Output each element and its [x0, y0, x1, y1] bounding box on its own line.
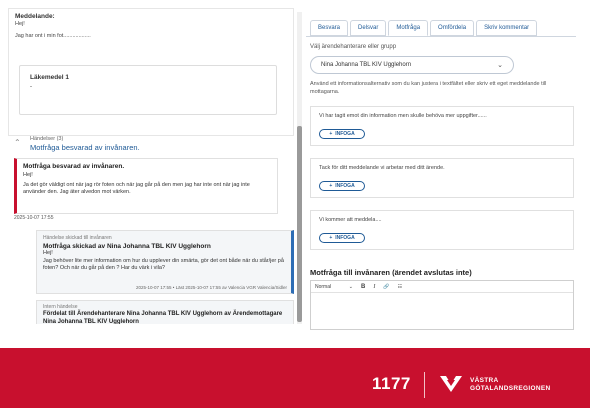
reply-pane: Besvara Delsvar Motfråga Omfördela Skriv…: [306, 8, 580, 330]
message-greeting: Hej!: [15, 21, 25, 27]
events-count: Händelser (3): [30, 136, 64, 142]
chevron-up-icon[interactable]: ⌃: [14, 138, 21, 147]
insert-button-label: INFOGA: [335, 183, 355, 189]
list-icon[interactable]: ☷: [398, 284, 402, 290]
event-title: Fördelat till Ärendehanterare Nina Johan…: [43, 311, 283, 324]
case-history-pane: Meddelande: Hej! Jag har ont i min fot..…: [8, 8, 298, 324]
plus-icon: +: [329, 235, 333, 241]
hint-text: Använd ett informationsalternativ som du…: [310, 81, 547, 95]
region-line-1: VÄSTRA: [470, 377, 499, 384]
event-title: Motfråga skickad av Nina Johanna TBL KIV…: [43, 243, 211, 250]
reply-title: Motfråga till invånaren (ärendet avsluta…: [310, 268, 472, 277]
format-select-value: Normal: [315, 283, 332, 290]
editor-toolbar: Normal ⌄ B I 🔗 ☷: [311, 281, 573, 293]
italic-button[interactable]: I: [373, 284, 375, 290]
event-type-label: Händelse skickad till invånaren: [43, 235, 112, 241]
group-select[interactable]: Nina Johanna TBL KIV Ugglehorn ⌄: [310, 56, 514, 74]
event-text: Ja det gör väldigt ont när jag rör foten…: [23, 181, 250, 196]
scrollbar-thumb[interactable]: [297, 126, 302, 322]
event-read-info: 2025-10-07 17:55 • Läst 2025-10-07 17:55…: [135, 285, 287, 290]
vgr-logo-icon: [440, 376, 462, 392]
format-select[interactable]: Normal ⌄: [315, 284, 353, 290]
group-select-value: Nina Johanna TBL KIV Ugglehorn: [321, 62, 412, 68]
plus-icon: +: [329, 131, 333, 137]
tab-besvara[interactable]: Besvara: [310, 20, 349, 36]
app-page: Meddelande: Hej! Jag har ont i min fot..…: [0, 0, 590, 408]
template-card: Tack för ditt meddelande vi arbetar med …: [310, 158, 574, 198]
message-body: Jag har ont i min fot..................: [15, 33, 91, 39]
chevron-down-icon: ⌄: [348, 283, 353, 290]
template-text: Tack för ditt meddelande vi arbetar med …: [319, 165, 445, 171]
medicine-title: Läkemedel 1: [30, 74, 70, 81]
region-name: VÄSTRA GÖTALANDSREGIONEN: [470, 377, 550, 393]
template-text: Vi har tagit emot din information men sk…: [319, 113, 487, 119]
event-text: Jag behöver lite mer information om hur …: [43, 257, 284, 272]
action-tabs: Besvara Delsvar Motfråga Omfördela Skriv…: [310, 20, 538, 36]
insert-button-label: INFOGA: [335, 131, 355, 137]
event-title: Motfråga besvarad av invånaren.: [23, 163, 125, 170]
group-select-label: Välj ärendehanterare eller grupp: [310, 44, 397, 50]
template-text: Vi kommer att meddela....: [319, 217, 382, 223]
brand-1177: 1177: [372, 374, 411, 393]
event-answered: Motfråga besvarad av invånaren. Hej! Ja …: [14, 158, 278, 214]
event-greeting: Hej!: [23, 172, 33, 178]
template-card: Vi kommer att meddela.... + INFOGA: [310, 210, 574, 250]
tab-delsvar[interactable]: Delsvar: [350, 20, 387, 36]
tab-skriv-kommentar[interactable]: Skriv kommentar: [476, 20, 538, 36]
insert-button[interactable]: + INFOGA: [319, 233, 365, 243]
medicine-box: Läkemedel 1 -: [19, 65, 277, 115]
chevron-down-icon: ⌄: [497, 62, 503, 69]
medicine-value: -: [30, 84, 32, 90]
tabs-divider: [306, 36, 576, 37]
bold-button[interactable]: B: [361, 284, 365, 290]
reply-editor[interactable]: Normal ⌄ B I 🔗 ☷: [310, 280, 574, 330]
event-internal: Intern händelse Fördelat till Ärendehant…: [36, 300, 294, 324]
insert-button[interactable]: + INFOGA: [319, 181, 365, 191]
insert-button[interactable]: + INFOGA: [319, 129, 365, 139]
event-greeting: Hej!: [43, 250, 53, 256]
event-timestamp: 2025-10-07 17:55: [14, 215, 54, 221]
link-icon[interactable]: 🔗: [383, 284, 389, 290]
events-header[interactable]: ⌃ Händelser (3) Motfråga besvarad av inv…: [14, 136, 294, 158]
region-line-2: GÖTALANDSREGIONEN: [470, 385, 551, 392]
tab-omfordela[interactable]: Omfördela: [430, 20, 475, 36]
events-title: Motfråga besvarad av invånaren.: [30, 143, 140, 152]
insert-button-label: INFOGA: [335, 235, 355, 241]
message-label: Meddelande:: [15, 13, 55, 20]
event-type-label: Intern händelse: [43, 304, 78, 310]
footer-divider: [424, 372, 425, 398]
tab-motfraga[interactable]: Motfråga: [388, 20, 429, 36]
footer-bar: 1177 VÄSTRA GÖTALANDSREGIONEN: [0, 348, 590, 408]
template-card: Vi har tagit emot din information men sk…: [310, 106, 574, 146]
message-card: Meddelande: Hej! Jag har ont i min fot..…: [8, 8, 294, 136]
event-sent: Händelse skickad till invånaren Motfråga…: [36, 230, 294, 294]
plus-icon: +: [329, 183, 333, 189]
